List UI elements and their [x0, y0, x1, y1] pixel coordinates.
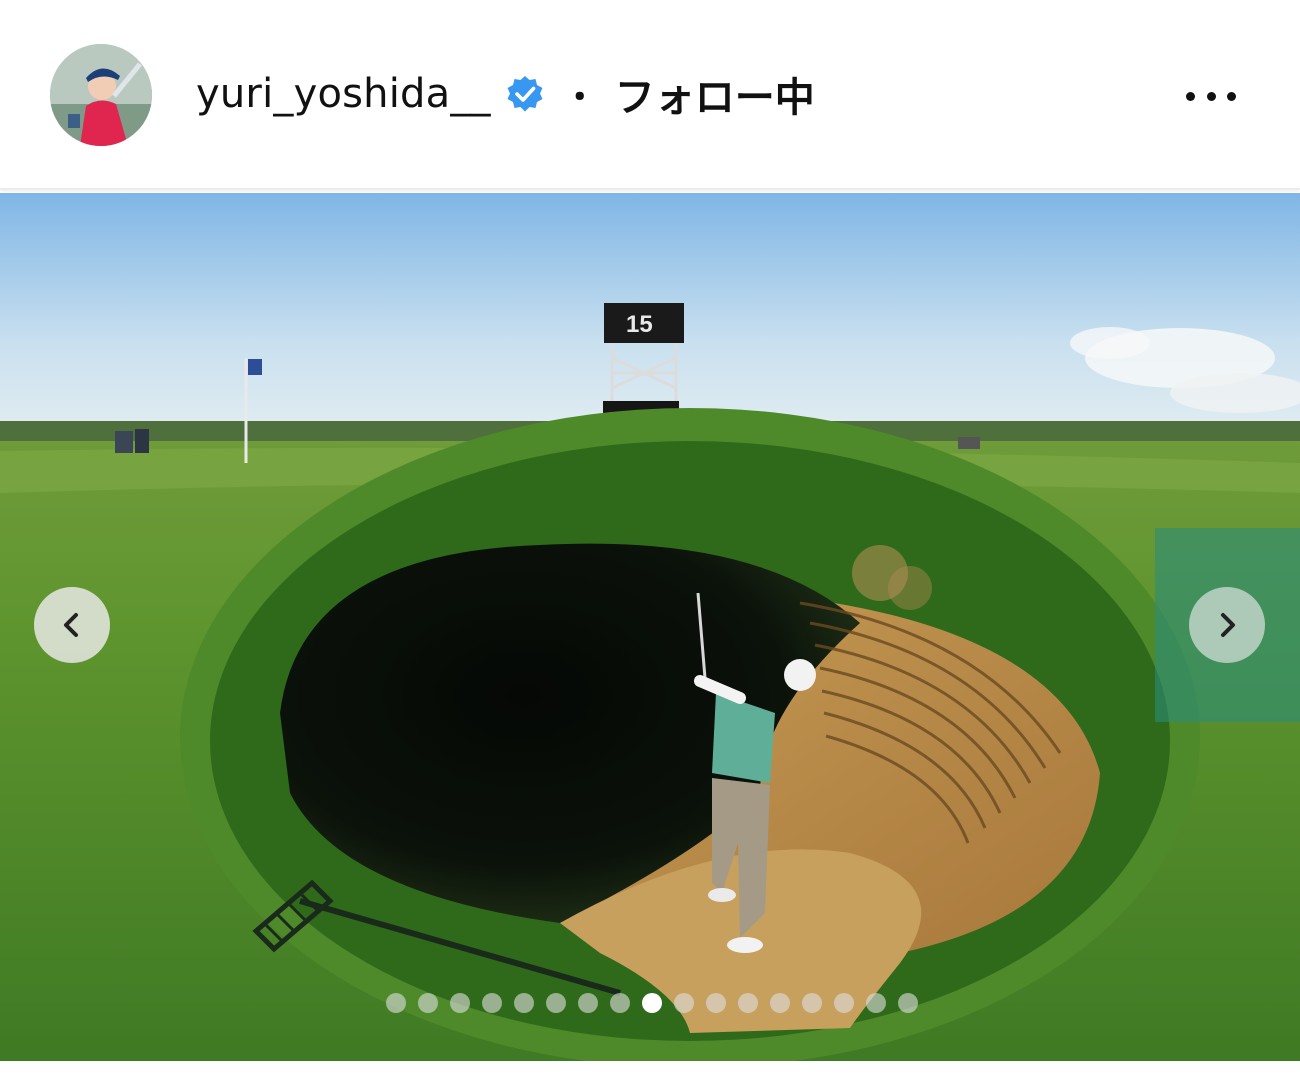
- carousel-dot-active: [642, 993, 662, 1013]
- post-header: yuri_yoshida__ ・ フォロー中: [0, 0, 1300, 190]
- carousel-dot: [866, 993, 886, 1013]
- carousel-prev-button[interactable]: [34, 587, 110, 663]
- carousel-dot: [450, 993, 470, 1013]
- carousel-dot: [578, 993, 598, 1013]
- chevron-left-icon: [64, 613, 78, 637]
- carousel-next-button[interactable]: [1189, 587, 1265, 663]
- bottom-spacer: [0, 1061, 1300, 1081]
- carousel-dot: [674, 993, 694, 1013]
- separator: ・: [562, 77, 597, 118]
- carousel-dot: [802, 993, 822, 1013]
- carousel-dot: [706, 993, 726, 1013]
- tower-number: 15: [626, 311, 653, 338]
- golf-bunker-image: 15: [0, 193, 1300, 1061]
- carousel-dot: [482, 993, 502, 1013]
- carousel-dot: [738, 993, 758, 1013]
- carousel-dot: [418, 993, 438, 1013]
- more-horizontal-icon: [1186, 91, 1195, 101]
- avatar[interactable]: [50, 44, 152, 146]
- carousel-dot: [770, 993, 790, 1013]
- carousel-dot: [834, 993, 854, 1013]
- post-photo[interactable]: 15: [0, 193, 1300, 1061]
- carousel-dot: [546, 993, 566, 1013]
- chevron-right-icon: [1221, 613, 1235, 637]
- carousel-dot: [898, 993, 918, 1013]
- carousel-dot: [610, 993, 630, 1013]
- carousel-indicator: [386, 993, 918, 1013]
- carousel-dot: [514, 993, 534, 1013]
- carousel-dot: [386, 993, 406, 1013]
- username-link[interactable]: yuri_yoshida__: [196, 71, 491, 117]
- more-options-button[interactable]: [1176, 76, 1246, 116]
- avatar-image: [50, 44, 152, 146]
- follow-status-button[interactable]: フォロー中: [615, 65, 815, 123]
- verified-badge-icon: [507, 76, 543, 112]
- username-row: yuri_yoshida__ ・ フォロー中: [196, 64, 815, 124]
